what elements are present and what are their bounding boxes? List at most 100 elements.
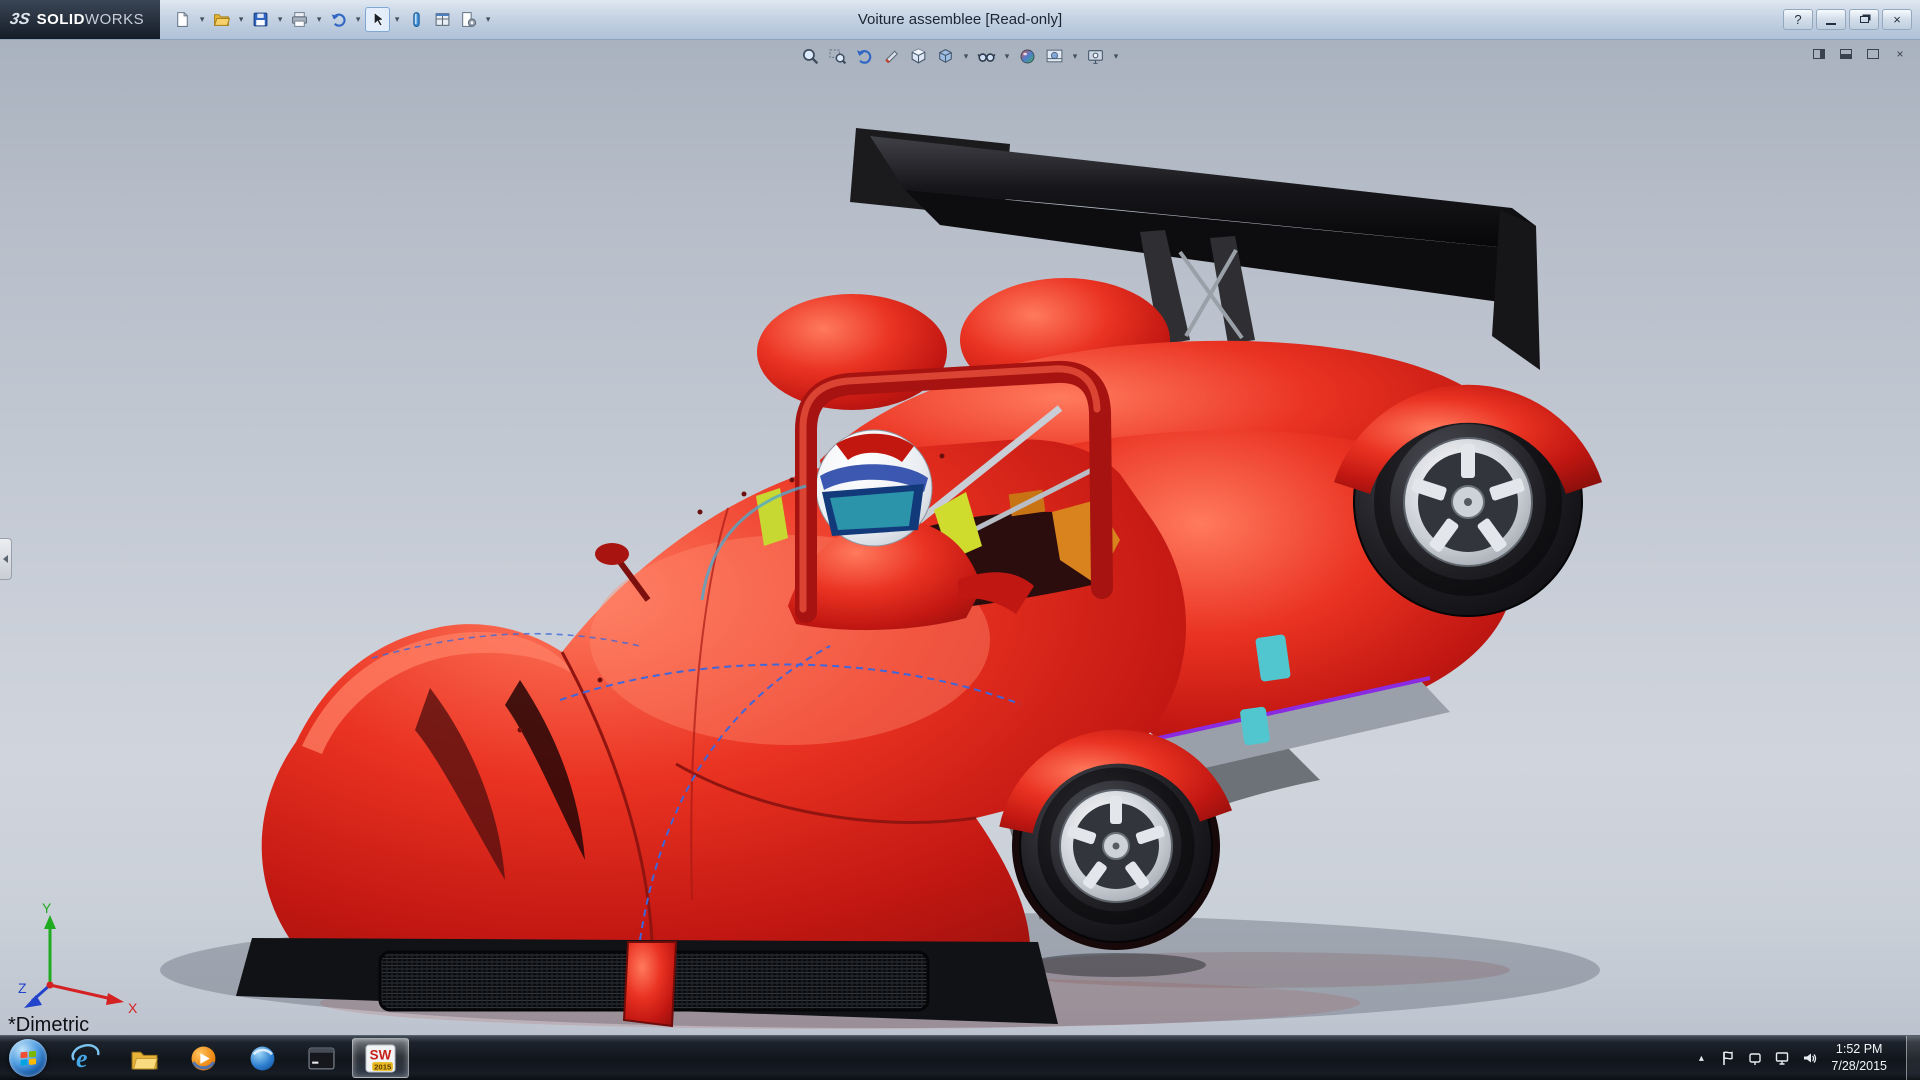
- blue-app-button[interactable]: [234, 1038, 291, 1078]
- brand-bold: SOLID: [37, 11, 85, 28]
- folder-icon: [130, 1046, 159, 1071]
- doc-restore-icon: [1867, 49, 1879, 59]
- view-orientation-label: *Dimetric: [8, 1014, 89, 1035]
- glasses-icon: [977, 47, 996, 66]
- undo-icon: [330, 11, 347, 28]
- apply-scene-dropdown[interactable]: ▾: [1069, 45, 1081, 69]
- zoom-to-area-button[interactable]: [825, 44, 850, 69]
- network-button[interactable]: [1773, 1049, 1791, 1067]
- view-settings-dropdown[interactable]: ▾: [1110, 45, 1122, 69]
- help-button[interactable]: ?: [1783, 9, 1813, 30]
- clock-date: 7/28/2015: [1831, 1058, 1887, 1076]
- volume-button[interactable]: [1800, 1049, 1818, 1067]
- new-file-button[interactable]: [170, 7, 195, 32]
- open-button[interactable]: [209, 7, 234, 32]
- command-prompt-button[interactable]: [293, 1038, 350, 1078]
- zoom-to-fit-button[interactable]: [798, 44, 823, 69]
- edit-appearance-button[interactable]: [1015, 44, 1040, 69]
- apply-scene-button[interactable]: [1042, 44, 1067, 69]
- print-icon: [291, 11, 308, 28]
- undo-dropdown[interactable]: ▾: [352, 8, 364, 32]
- print-button[interactable]: [287, 7, 312, 32]
- rear-wheel[interactable]: [1352, 388, 1584, 616]
- show-desktop-button[interactable]: [1906, 1036, 1920, 1080]
- svg-text:SW: SW: [370, 1047, 392, 1062]
- scene-icon: [1045, 47, 1064, 66]
- device-icon: [1747, 1050, 1763, 1066]
- rear-wing[interactable]: [850, 128, 1540, 370]
- solidworks-app-button[interactable]: SW 2015: [352, 1038, 409, 1078]
- front-wheel[interactable]: [1012, 742, 1220, 950]
- print-dropdown[interactable]: ▾: [313, 8, 325, 32]
- start-button[interactable]: [0, 1036, 56, 1080]
- close-button[interactable]: ×: [1882, 9, 1912, 30]
- hide-show-items-button[interactable]: [974, 44, 999, 69]
- options-button[interactable]: [456, 7, 481, 32]
- action-center-button[interactable]: [1719, 1049, 1737, 1067]
- svg-text:2015: 2015: [374, 1062, 392, 1071]
- new-file-dropdown[interactable]: ▾: [196, 8, 208, 32]
- orientation-triad: Y X Z: [16, 901, 146, 1021]
- split-pane-horizontal-icon: [1813, 49, 1825, 59]
- windows-explorer-button[interactable]: [116, 1038, 173, 1078]
- panel-collapse-tab[interactable]: [0, 538, 12, 580]
- split-pane-horizontal-button[interactable]: [1809, 46, 1829, 62]
- file-properties-button[interactable]: [430, 7, 455, 32]
- show-hidden-icons-button[interactable]: ▴: [1692, 1053, 1710, 1064]
- open-dropdown[interactable]: ▾: [235, 8, 247, 32]
- taskbar: e: [0, 1035, 1920, 1080]
- standard-toolbar: ▾ ▾ ▾ ▾ ▾ ▾: [170, 7, 494, 32]
- graphics-area[interactable]: ▾ ▾ ▾ ▾ ×: [0, 40, 1920, 1035]
- select-button[interactable]: [365, 7, 390, 32]
- network-icon: [1774, 1050, 1790, 1066]
- previous-view-button[interactable]: [852, 44, 877, 69]
- rebuild-icon: [408, 11, 425, 28]
- clock-time: 1:52 PM: [1836, 1041, 1883, 1059]
- doc-restore-button[interactable]: [1863, 46, 1883, 62]
- minimize-icon: [1826, 23, 1836, 25]
- restore-button[interactable]: [1849, 9, 1879, 30]
- media-player-button[interactable]: [175, 1038, 232, 1078]
- window-titlebar: 3S SOLIDWORKS ▾ ▾ ▾ ▾ ▾: [0, 0, 1920, 40]
- device-button[interactable]: [1746, 1049, 1764, 1067]
- section-view-button[interactable]: [879, 44, 904, 69]
- save-dropdown[interactable]: ▾: [274, 8, 286, 32]
- taskbar-clock[interactable]: 1:52 PM 7/28/2015: [1827, 1041, 1897, 1076]
- hide-show-dropdown[interactable]: ▾: [1001, 45, 1013, 69]
- view-settings-button[interactable]: [1083, 44, 1108, 69]
- window-controls: ? ×: [1783, 9, 1920, 30]
- file-properties-icon: [434, 11, 451, 28]
- display-style-icon: [936, 47, 955, 66]
- options-gear-icon: [460, 11, 477, 28]
- triad-y-label: Y: [42, 901, 52, 916]
- select-dropdown[interactable]: ▾: [391, 8, 403, 32]
- brand-light: WORKS: [85, 11, 144, 28]
- options-dropdown[interactable]: ▾: [482, 8, 494, 32]
- split-pane-vertical-button[interactable]: [1836, 46, 1856, 62]
- zoom-to-area-icon: [828, 47, 847, 66]
- new-file-icon: [174, 11, 191, 28]
- section-view-icon: [882, 47, 901, 66]
- internet-explorer-button[interactable]: e: [57, 1038, 114, 1078]
- undo-button[interactable]: [326, 7, 351, 32]
- display-style-button[interactable]: [933, 44, 958, 69]
- media-player-icon: [190, 1045, 217, 1072]
- blue-app-icon: [249, 1045, 276, 1072]
- view-orientation-cube-icon: [909, 47, 928, 66]
- taskbar-apps: e: [56, 1036, 410, 1080]
- solidworks-window: 3S SOLIDWORKS ▾ ▾ ▾ ▾ ▾: [0, 0, 1920, 1080]
- doc-close-button[interactable]: ×: [1890, 46, 1910, 62]
- rebuild-button[interactable]: [404, 7, 429, 32]
- system-tray: ▴: [1692, 1036, 1920, 1080]
- minimize-button[interactable]: [1816, 9, 1846, 30]
- volume-icon: [1801, 1050, 1817, 1066]
- dassault-logo-icon: 3S: [8, 11, 31, 29]
- save-button[interactable]: [248, 7, 273, 32]
- view-orientation-button[interactable]: [906, 44, 931, 69]
- display-style-dropdown[interactable]: ▾: [960, 45, 972, 69]
- open-folder-icon: [213, 11, 230, 28]
- windows-orb-icon: [9, 1039, 47, 1077]
- model-3d-view[interactable]: [0, 40, 1920, 1035]
- solidworks-logo: 3S SOLIDWORKS: [0, 0, 160, 39]
- driver-helmet[interactable]: [816, 430, 932, 546]
